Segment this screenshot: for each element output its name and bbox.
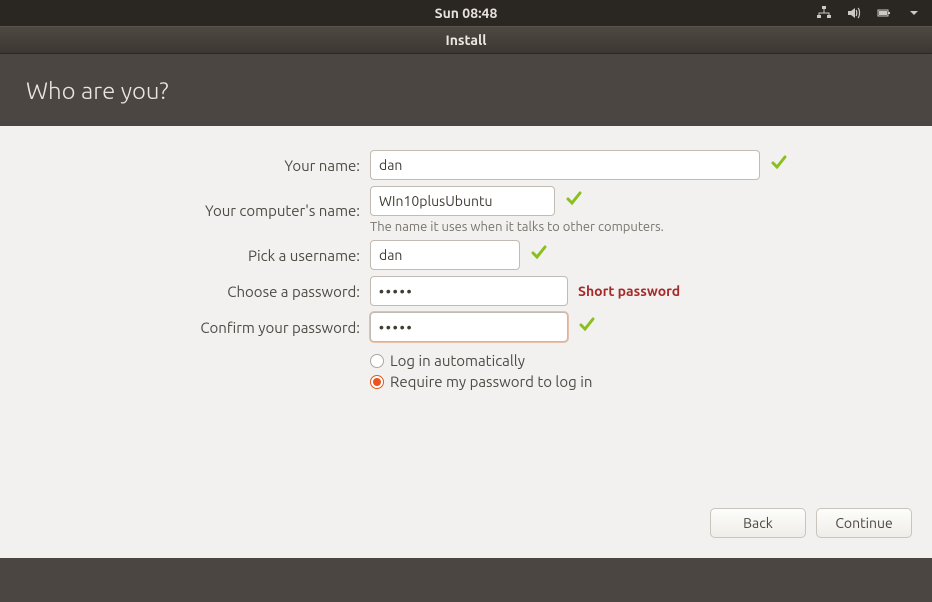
- page-header: Who are you?: [0, 54, 932, 126]
- form-area: Your name: Your computer's name: The nam…: [0, 126, 932, 558]
- radio-label: Log in automatically: [390, 352, 525, 369]
- radio-login-auto[interactable]: Log in automatically: [370, 352, 932, 369]
- username-input[interactable]: [370, 240, 520, 270]
- window-title: Install: [446, 32, 487, 48]
- confirm-password-input[interactable]: [370, 312, 568, 342]
- confirm-password-label: Confirm your password:: [0, 319, 360, 336]
- check-icon: [578, 316, 596, 338]
- name-label: Your name:: [0, 157, 360, 174]
- battery-icon[interactable]: [876, 5, 892, 21]
- name-input[interactable]: [370, 150, 760, 180]
- radio-require-password[interactable]: Require my password to log in: [370, 373, 932, 390]
- dropdown-icon[interactable]: [906, 5, 922, 21]
- window-title-bar: Install: [0, 26, 932, 54]
- check-icon: [565, 190, 583, 212]
- clock[interactable]: Sun 08:48: [435, 5, 498, 21]
- network-icon[interactable]: [816, 5, 832, 21]
- radio-icon: [370, 354, 384, 368]
- check-icon: [770, 154, 788, 176]
- username-label: Pick a username:: [0, 247, 360, 264]
- top-menu-bar: Sun 08:48: [0, 0, 932, 26]
- bottom-strip: [0, 558, 932, 602]
- footer-buttons: Back Continue: [710, 508, 912, 538]
- continue-button[interactable]: Continue: [816, 508, 912, 538]
- check-icon: [530, 244, 548, 266]
- volume-icon[interactable]: [846, 5, 862, 21]
- login-options: Log in automatically Require my password…: [370, 352, 932, 390]
- page-title: Who are you?: [26, 77, 169, 104]
- back-button[interactable]: Back: [710, 508, 806, 538]
- system-tray: [816, 5, 922, 21]
- computer-name-hint: The name it uses when it talks to other …: [370, 220, 932, 234]
- radio-label: Require my password to log in: [390, 373, 592, 390]
- radio-icon: [370, 375, 384, 389]
- password-warning: Short password: [578, 283, 680, 299]
- computer-name-input[interactable]: [370, 186, 555, 216]
- password-label: Choose a password:: [0, 283, 360, 300]
- password-input[interactable]: [370, 276, 568, 306]
- computer-name-label: Your computer's name:: [0, 202, 360, 219]
